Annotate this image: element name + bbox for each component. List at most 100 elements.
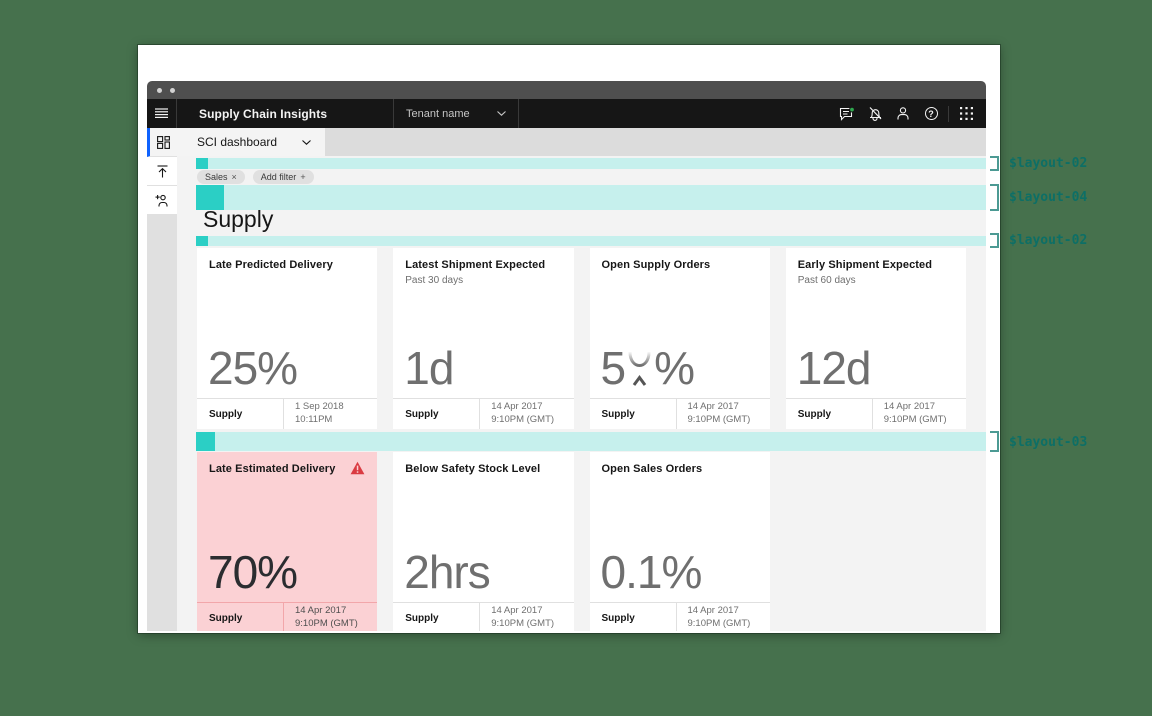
chat-icon: [839, 106, 855, 121]
card-title: Open Sales Orders: [601, 463, 703, 475]
card-title: Open Supply Orders: [601, 259, 711, 271]
dashboard-icon: [157, 135, 170, 149]
kpi-card-latest-shipment-expected[interactable]: Latest Shipment Expected Past 30 days 1d…: [393, 248, 574, 429]
kpi-card-late-predicted-delivery[interactable]: Late Predicted Delivery 25% Supply 1 Sep…: [197, 248, 378, 429]
stage: Supply Chain Insights Tenant name ? SCI …: [0, 0, 1152, 716]
window-control-dot[interactable]: [157, 87, 162, 93]
sidebar-item-add-user[interactable]: [147, 186, 177, 215]
card-footer: Supply 14 Apr 2017 9:10PM (GMT): [785, 398, 966, 429]
left-nav-sidebar: [147, 128, 177, 631]
spacing-indicator-layout-03: [196, 432, 986, 451]
annotation-label: $layout-03: [1009, 435, 1088, 450]
sidebar-item-dashboards[interactable]: [147, 128, 177, 157]
annotation-bracket: [990, 233, 999, 248]
upload-icon: [157, 164, 167, 177]
chevron-down-icon: [497, 111, 506, 116]
card-footer: Supply 14 Apr 2017 9:10PM (GMT): [589, 398, 770, 429]
annotation-bracket: [990, 184, 999, 211]
kpi-card-open-supply-orders[interactable]: Open Supply Orders 5 % Supply 14 Apr 201…: [589, 248, 770, 429]
card-time: 9:10PM (GMT): [295, 618, 358, 629]
card-date: 14 Apr 2017: [687, 605, 739, 617]
kpi-card-open-sales-orders[interactable]: Open Sales Orders 0.1% Supply 14 Apr 201…: [589, 452, 770, 631]
kpi-card-late-estimated-delivery[interactable]: Late Estimated Delivery 70% Supply 14 Ap…: [197, 452, 378, 631]
dashboard-content: Sales × Add filter + Supply Late Predict…: [177, 156, 986, 631]
tenant-selector[interactable]: Tenant name: [393, 99, 519, 128]
add-user-icon: [155, 194, 168, 206]
dashboard-select[interactable]: SCI dashboard: [177, 128, 325, 156]
card-time: 9:10PM (GMT): [491, 618, 555, 629]
spacing-indicator-layout-02: [196, 236, 986, 246]
kpi-card-early-shipment-expected[interactable]: Early Shipment Expected Past 60 days 12d…: [785, 248, 966, 429]
header-divider: [948, 105, 949, 122]
tenant-label: Tenant name: [406, 107, 470, 120]
card-footer: Supply 14 Apr 2017 9:10PM (GMT): [197, 602, 378, 631]
section-title: Supply: [203, 206, 274, 232]
warning-icon: [350, 461, 365, 475]
hamburger-icon: [155, 108, 168, 118]
card-value-prefix: 5: [600, 342, 627, 394]
card-title: Early Shipment Expected: [797, 259, 933, 271]
card-value: 5 %: [601, 345, 695, 391]
card-source: Supply: [797, 408, 832, 420]
window-control-dot[interactable]: [170, 87, 175, 93]
feedback-button[interactable]: [833, 99, 861, 128]
help-button[interactable]: ?: [917, 99, 945, 128]
profile-button[interactable]: [889, 99, 917, 128]
spacing-indicator-layout-02: [196, 158, 986, 169]
filter-tag-sales[interactable]: Sales ×: [197, 170, 245, 184]
app-header: Supply Chain Insights Tenant name ?: [147, 99, 986, 128]
spacing-extent-bar: [208, 236, 986, 246]
app-window: Supply Chain Insights Tenant name ? SCI …: [138, 45, 1000, 633]
card-time: 9:10PM (GMT): [883, 414, 947, 425]
filter-tags: Sales × Add filter +: [197, 170, 314, 184]
spacing-indicator-layout-04: [196, 185, 986, 210]
app-switcher-button[interactable]: [952, 99, 980, 128]
card-value: 0.1%: [600, 546, 703, 598]
notifications-off-button[interactable]: [861, 99, 889, 128]
card-footer: Supply 1 Sep 2018 10:11PM: [197, 398, 378, 429]
card-source: Supply: [209, 612, 243, 624]
spacing-extent-bar: [208, 158, 986, 169]
card-value: 25%: [208, 342, 298, 394]
card-value: 70%: [208, 546, 298, 598]
app-title: Supply Chain Insights: [199, 106, 328, 121]
app-switcher-icon: [959, 107, 973, 120]
spacing-token-square: [196, 432, 215, 451]
notification-dot: [849, 106, 855, 112]
add-filter-button[interactable]: Add filter +: [252, 170, 314, 184]
card-footer: Supply 14 Apr 2017 9:10PM (GMT): [589, 602, 770, 631]
chevron-down-icon: [302, 139, 311, 145]
filter-tag-label: Sales: [205, 172, 228, 182]
annotation-label: $layout-02: [1009, 156, 1088, 171]
card-title: Latest Shipment Expected: [405, 259, 546, 271]
card-source: Supply: [601, 612, 635, 624]
header-actions: ?: [833, 99, 986, 128]
loading-digit-icon: [628, 351, 651, 386]
card-date: 14 Apr 2017: [295, 605, 347, 617]
close-icon[interactable]: ×: [232, 172, 237, 182]
card-source: Supply: [209, 408, 243, 420]
card-value: 2hrs: [404, 546, 490, 598]
spacing-extent-bar: [215, 432, 986, 451]
annotation-bracket: [990, 156, 999, 171]
kpi-card-below-safety-stock[interactable]: Below Safety Stock Level 2hrs Supply 14 …: [393, 452, 574, 631]
card-row: Late Estimated Delivery 70% Supply 14 Ap…: [197, 452, 966, 631]
card-value: 1d: [404, 342, 454, 394]
window-chrome-bar: [147, 81, 986, 99]
bell-slash-icon: [869, 107, 881, 121]
sidebar-item-upload[interactable]: [147, 157, 177, 186]
spacing-token-square: [196, 236, 208, 246]
plus-icon: +: [300, 172, 306, 182]
annotation-bracket: [990, 431, 999, 452]
card-subtitle: Past 60 days: [797, 275, 856, 286]
card-source: Supply: [405, 612, 439, 624]
menu-button[interactable]: [147, 99, 177, 128]
help-icon: ?: [924, 107, 938, 120]
toolbar-background: [325, 128, 986, 156]
annotation-label: $layout-04: [1009, 190, 1088, 205]
card-source: Supply: [405, 408, 439, 420]
card-value: 12d: [796, 342, 872, 394]
user-icon: [897, 107, 909, 120]
spacing-extent-bar: [224, 185, 986, 210]
card-title: Late Predicted Delivery: [209, 259, 333, 271]
